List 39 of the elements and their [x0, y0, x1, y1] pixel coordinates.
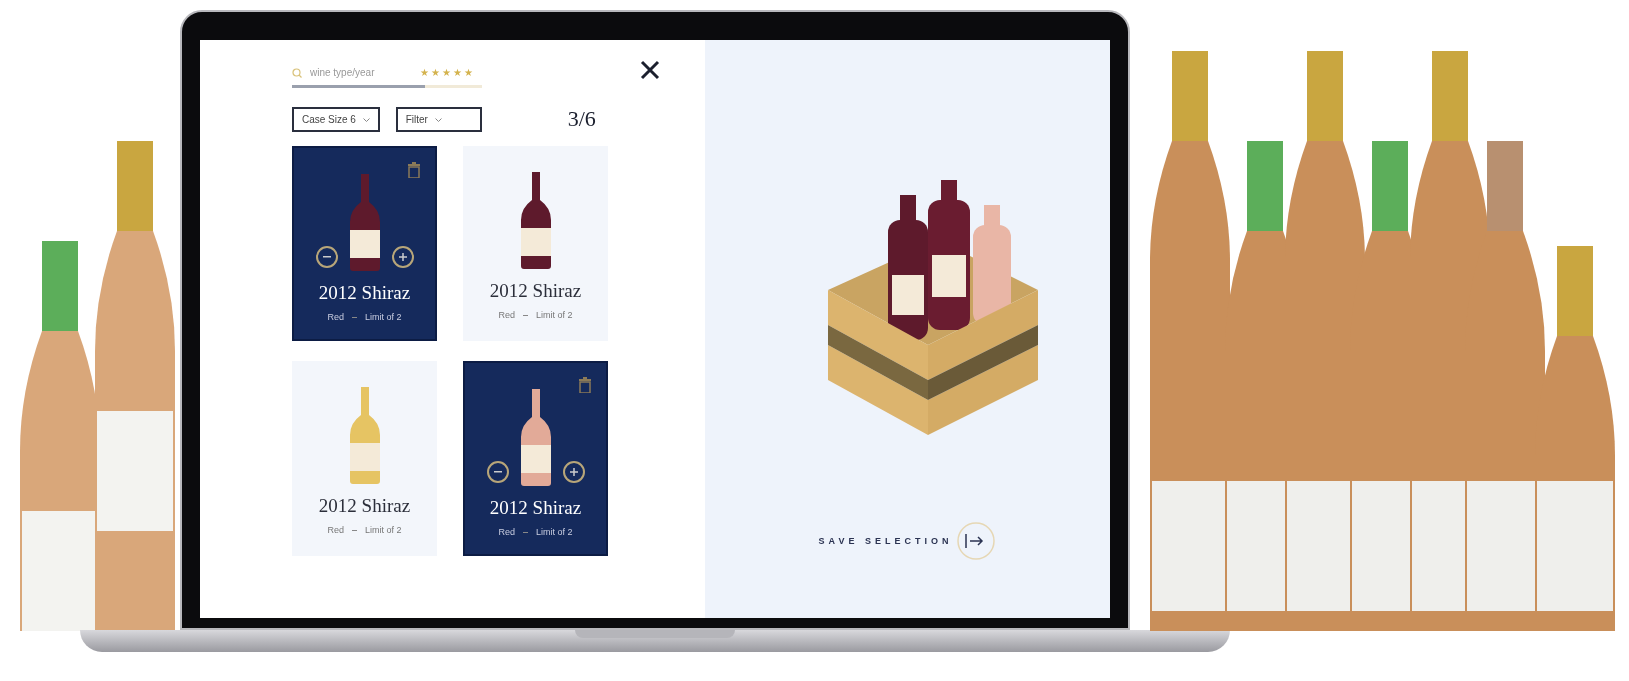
- search-field[interactable]: wine type/year: [292, 66, 412, 79]
- wine-card[interactable]: 2012 Shiraz Red Limit of 2: [463, 146, 608, 341]
- wine-name: 2012 Shiraz: [489, 280, 582, 302]
- wine-name: 2012 Shiraz: [489, 497, 582, 519]
- plus-icon: [569, 468, 578, 476]
- wine-limit: Limit of 2: [365, 525, 402, 535]
- wine-card[interactable]: 2012 Shiraz Red Limit of 2: [292, 361, 437, 556]
- selection-counter: 3/6: [567, 106, 596, 132]
- plus-button[interactable]: [562, 461, 585, 483]
- wine-type: Red: [327, 312, 344, 322]
- dash-icon: [352, 316, 357, 318]
- dropdown[interactable]: Case Size 6: [292, 106, 380, 132]
- minus-icon: [493, 471, 502, 473]
- wine-card[interactable]: 2012 Shiraz Red Limit of 2: [292, 146, 437, 341]
- plus-icon: [398, 253, 407, 261]
- save-selection-button[interactable]: SAVE SELECTION: [812, 520, 1003, 562]
- wine-card[interactable]: 2012 Shiraz Red Limit of 2: [463, 361, 608, 556]
- wine-name: 2012 Shiraz: [318, 495, 411, 517]
- caret-icon: [434, 117, 442, 122]
- trash-icon[interactable]: [407, 162, 421, 178]
- plus-button[interactable]: [391, 246, 414, 268]
- dash-icon: [523, 531, 528, 533]
- wine-limit: Limit of 2: [365, 312, 402, 322]
- dash-icon: [523, 314, 528, 316]
- minus-button[interactable]: [486, 461, 509, 483]
- minus-icon: [322, 256, 331, 258]
- wine-type: Red: [498, 527, 515, 537]
- search-icon: [292, 67, 302, 78]
- dropdown[interactable]: Filter: [395, 106, 482, 132]
- minus-button[interactable]: [315, 246, 338, 268]
- wine-type: Red: [498, 310, 515, 320]
- wine-name: 2012 Shiraz: [318, 282, 411, 304]
- caret-icon: [362, 117, 370, 122]
- wine-limit: Limit of 2: [536, 527, 573, 537]
- trash-icon[interactable]: [578, 377, 592, 393]
- dash-icon: [352, 529, 357, 531]
- close-icon[interactable]: [640, 60, 660, 80]
- wine-limit: Limit of 2: [536, 310, 573, 320]
- wine-type: Red: [327, 525, 344, 535]
